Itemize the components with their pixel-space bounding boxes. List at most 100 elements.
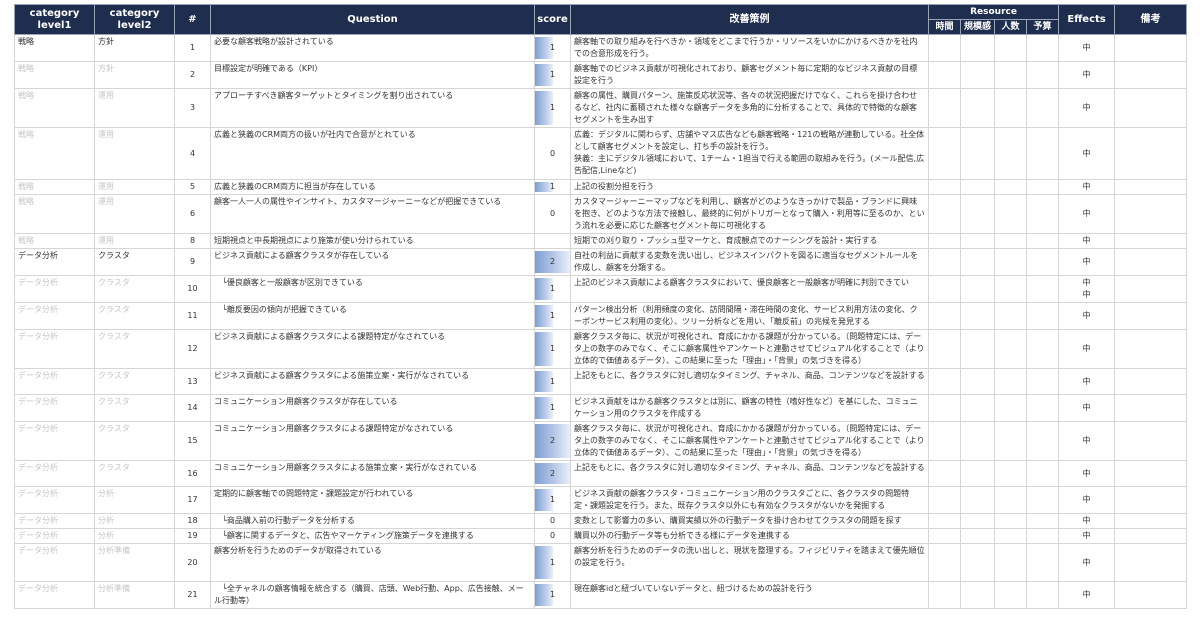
cell-question[interactable]: コミュニケーション用顧客クラスタによる施策立案・実行がなされている	[210, 460, 535, 487]
cell-score[interactable]: 1	[534, 394, 571, 422]
cell-number[interactable]: 15	[174, 421, 211, 461]
cell-number[interactable]: 10	[174, 275, 211, 303]
cell-question[interactable]: 顧客一人一人の属性やインサイト、カスタマージャーニーなどが把握できている	[210, 194, 535, 234]
cell-resource-scale[interactable]	[960, 302, 995, 330]
cell-question[interactable]: └全チャネルの顧客情報を統合する（購買、店頭、Web行動、App、広告接触、メー…	[210, 581, 535, 609]
cell-improvement[interactable]: カスタマージャーニーマップなどを利用し、顧客がどのようなきっかけで製品・ブランド…	[570, 194, 929, 234]
cell-improvement[interactable]: ビジネス貢献の顧客クラスタ・コミュニケーション用のクラスタごとに、各クラスタの問…	[570, 486, 929, 514]
cell-score[interactable]: 0	[534, 194, 571, 234]
cell-category-level1[interactable]: データ分析	[14, 486, 95, 514]
cell-notes[interactable]	[1114, 581, 1188, 609]
cell-category-level1[interactable]: 戦略	[14, 233, 95, 249]
cell-resource-time[interactable]	[928, 275, 961, 303]
cell-resource-time[interactable]	[928, 61, 961, 89]
cell-category-level1[interactable]: 戦略	[14, 61, 95, 89]
cell-category-level2[interactable]: クラスタ	[94, 329, 175, 369]
cell-category-level1[interactable]: データ分析	[14, 513, 95, 529]
cell-effects[interactable]: 中	[1058, 61, 1116, 89]
cell-resource-time[interactable]	[928, 394, 961, 422]
cell-notes[interactable]	[1114, 233, 1188, 249]
cell-notes[interactable]	[1114, 486, 1188, 514]
cell-improvement[interactable]: 顧客分析を行うためのデータの洗い出しと、現状を整理する。フィジビリティを踏まえて…	[570, 543, 929, 582]
cell-effects[interactable]: 中	[1058, 127, 1116, 180]
cell-effects[interactable]: 中	[1058, 486, 1116, 514]
cell-resource-budget[interactable]	[1025, 302, 1060, 330]
cell-effects[interactable]: 中	[1058, 248, 1116, 276]
cell-resource-budget[interactable]	[1025, 394, 1060, 422]
cell-question[interactable]: アプローチすべき顧客ターゲットとタイミングを割り出されている	[210, 88, 535, 128]
cell-notes[interactable]	[1114, 543, 1188, 582]
cell-resource-time[interactable]	[928, 194, 961, 234]
cell-improvement[interactable]: 顧客クラスタ毎に、状況が可視化され、育成にかかる課題が分かっている。（問題特定に…	[570, 329, 929, 369]
cell-number[interactable]: 9	[174, 248, 211, 276]
cell-category-level2[interactable]: 分析準備	[94, 543, 175, 582]
cell-category-level2[interactable]: 運用	[94, 194, 175, 234]
cell-number[interactable]: 6	[174, 194, 211, 234]
cell-category-level1[interactable]: データ分析	[14, 329, 95, 369]
cell-question[interactable]: └離反要因の傾向が把握できている	[210, 302, 535, 330]
cell-resource-people[interactable]	[994, 194, 1027, 234]
cell-resource-time[interactable]	[928, 581, 961, 609]
cell-effects[interactable]: 中	[1058, 88, 1116, 128]
cell-resource-time[interactable]	[928, 543, 961, 582]
cell-question[interactable]: コミュニケーション用顧客クラスタによる課題特定がなされている	[210, 421, 535, 461]
cell-notes[interactable]	[1114, 61, 1188, 89]
cell-question[interactable]: ビジネス貢献による顧客クラスタによる課題特定がなされている	[210, 329, 535, 369]
cell-resource-scale[interactable]	[960, 248, 995, 276]
cell-number[interactable]: 16	[174, 460, 211, 487]
cell-question[interactable]: 顧客分析を行うためのデータが取得されている	[210, 543, 535, 582]
cell-question[interactable]: └優良顧客と一般顧客が区別できている	[210, 275, 535, 303]
cell-resource-budget[interactable]	[1025, 127, 1060, 180]
cell-number[interactable]: 13	[174, 368, 211, 395]
cell-resource-people[interactable]	[994, 179, 1027, 195]
cell-resource-scale[interactable]	[960, 513, 995, 529]
cell-notes[interactable]	[1114, 394, 1188, 422]
cell-resource-time[interactable]	[928, 248, 961, 276]
cell-notes[interactable]	[1114, 275, 1188, 303]
cell-resource-people[interactable]	[994, 513, 1027, 529]
cell-category-level1[interactable]: データ分析	[14, 275, 95, 303]
cell-resource-people[interactable]	[994, 543, 1027, 582]
cell-number[interactable]: 17	[174, 486, 211, 514]
cell-resource-scale[interactable]	[960, 460, 995, 487]
cell-resource-budget[interactable]	[1025, 460, 1060, 487]
cell-category-level2[interactable]: クラスタ	[94, 302, 175, 330]
cell-resource-people[interactable]	[994, 34, 1027, 62]
cell-question[interactable]: └顧客に関するデータと、広告やマーケティング施策データを連携する	[210, 528, 535, 544]
cell-resource-time[interactable]	[928, 460, 961, 487]
cell-category-level1[interactable]: データ分析	[14, 581, 95, 609]
cell-number[interactable]: 3	[174, 88, 211, 128]
cell-score[interactable]: 0	[534, 127, 571, 180]
cell-category-level1[interactable]: データ分析	[14, 421, 95, 461]
cell-category-level2[interactable]: 方針	[94, 61, 175, 89]
cell-resource-people[interactable]	[994, 528, 1027, 544]
cell-resource-scale[interactable]	[960, 368, 995, 395]
cell-number[interactable]: 8	[174, 233, 211, 249]
cell-question[interactable]: 広義と狭義のCRM両方に担当が存在している	[210, 179, 535, 195]
cell-category-level2[interactable]: クラスタ	[94, 460, 175, 487]
cell-resource-time[interactable]	[928, 88, 961, 128]
cell-resource-budget[interactable]	[1025, 329, 1060, 369]
cell-score[interactable]: 0	[534, 528, 571, 544]
cell-score[interactable]: 1	[534, 88, 571, 128]
cell-resource-budget[interactable]	[1025, 233, 1060, 249]
cell-resource-time[interactable]	[928, 486, 961, 514]
cell-resource-people[interactable]	[994, 233, 1027, 249]
cell-improvement[interactable]: 顧客軸でのビジネス貢献が可視化されており、顧客セグメント毎に定期的なビジネス貢献…	[570, 61, 929, 89]
cell-category-level1[interactable]: 戦略	[14, 179, 95, 195]
cell-category-level2[interactable]: 分析	[94, 528, 175, 544]
cell-score[interactable]: 2	[534, 248, 571, 276]
cell-resource-scale[interactable]	[960, 275, 995, 303]
cell-category-level2[interactable]: クラスタ	[94, 248, 175, 276]
cell-score[interactable]: 1	[534, 329, 571, 369]
cell-resource-budget[interactable]	[1025, 248, 1060, 276]
cell-resource-time[interactable]	[928, 233, 961, 249]
cell-score[interactable]: 0	[534, 513, 571, 529]
cell-category-level2[interactable]: 分析	[94, 513, 175, 529]
cell-score[interactable]: 1	[534, 34, 571, 62]
cell-resource-people[interactable]	[994, 421, 1027, 461]
cell-resource-budget[interactable]	[1025, 513, 1060, 529]
cell-notes[interactable]	[1114, 421, 1188, 461]
cell-score[interactable]: 2	[534, 421, 571, 461]
cell-category-level1[interactable]: データ分析	[14, 460, 95, 487]
